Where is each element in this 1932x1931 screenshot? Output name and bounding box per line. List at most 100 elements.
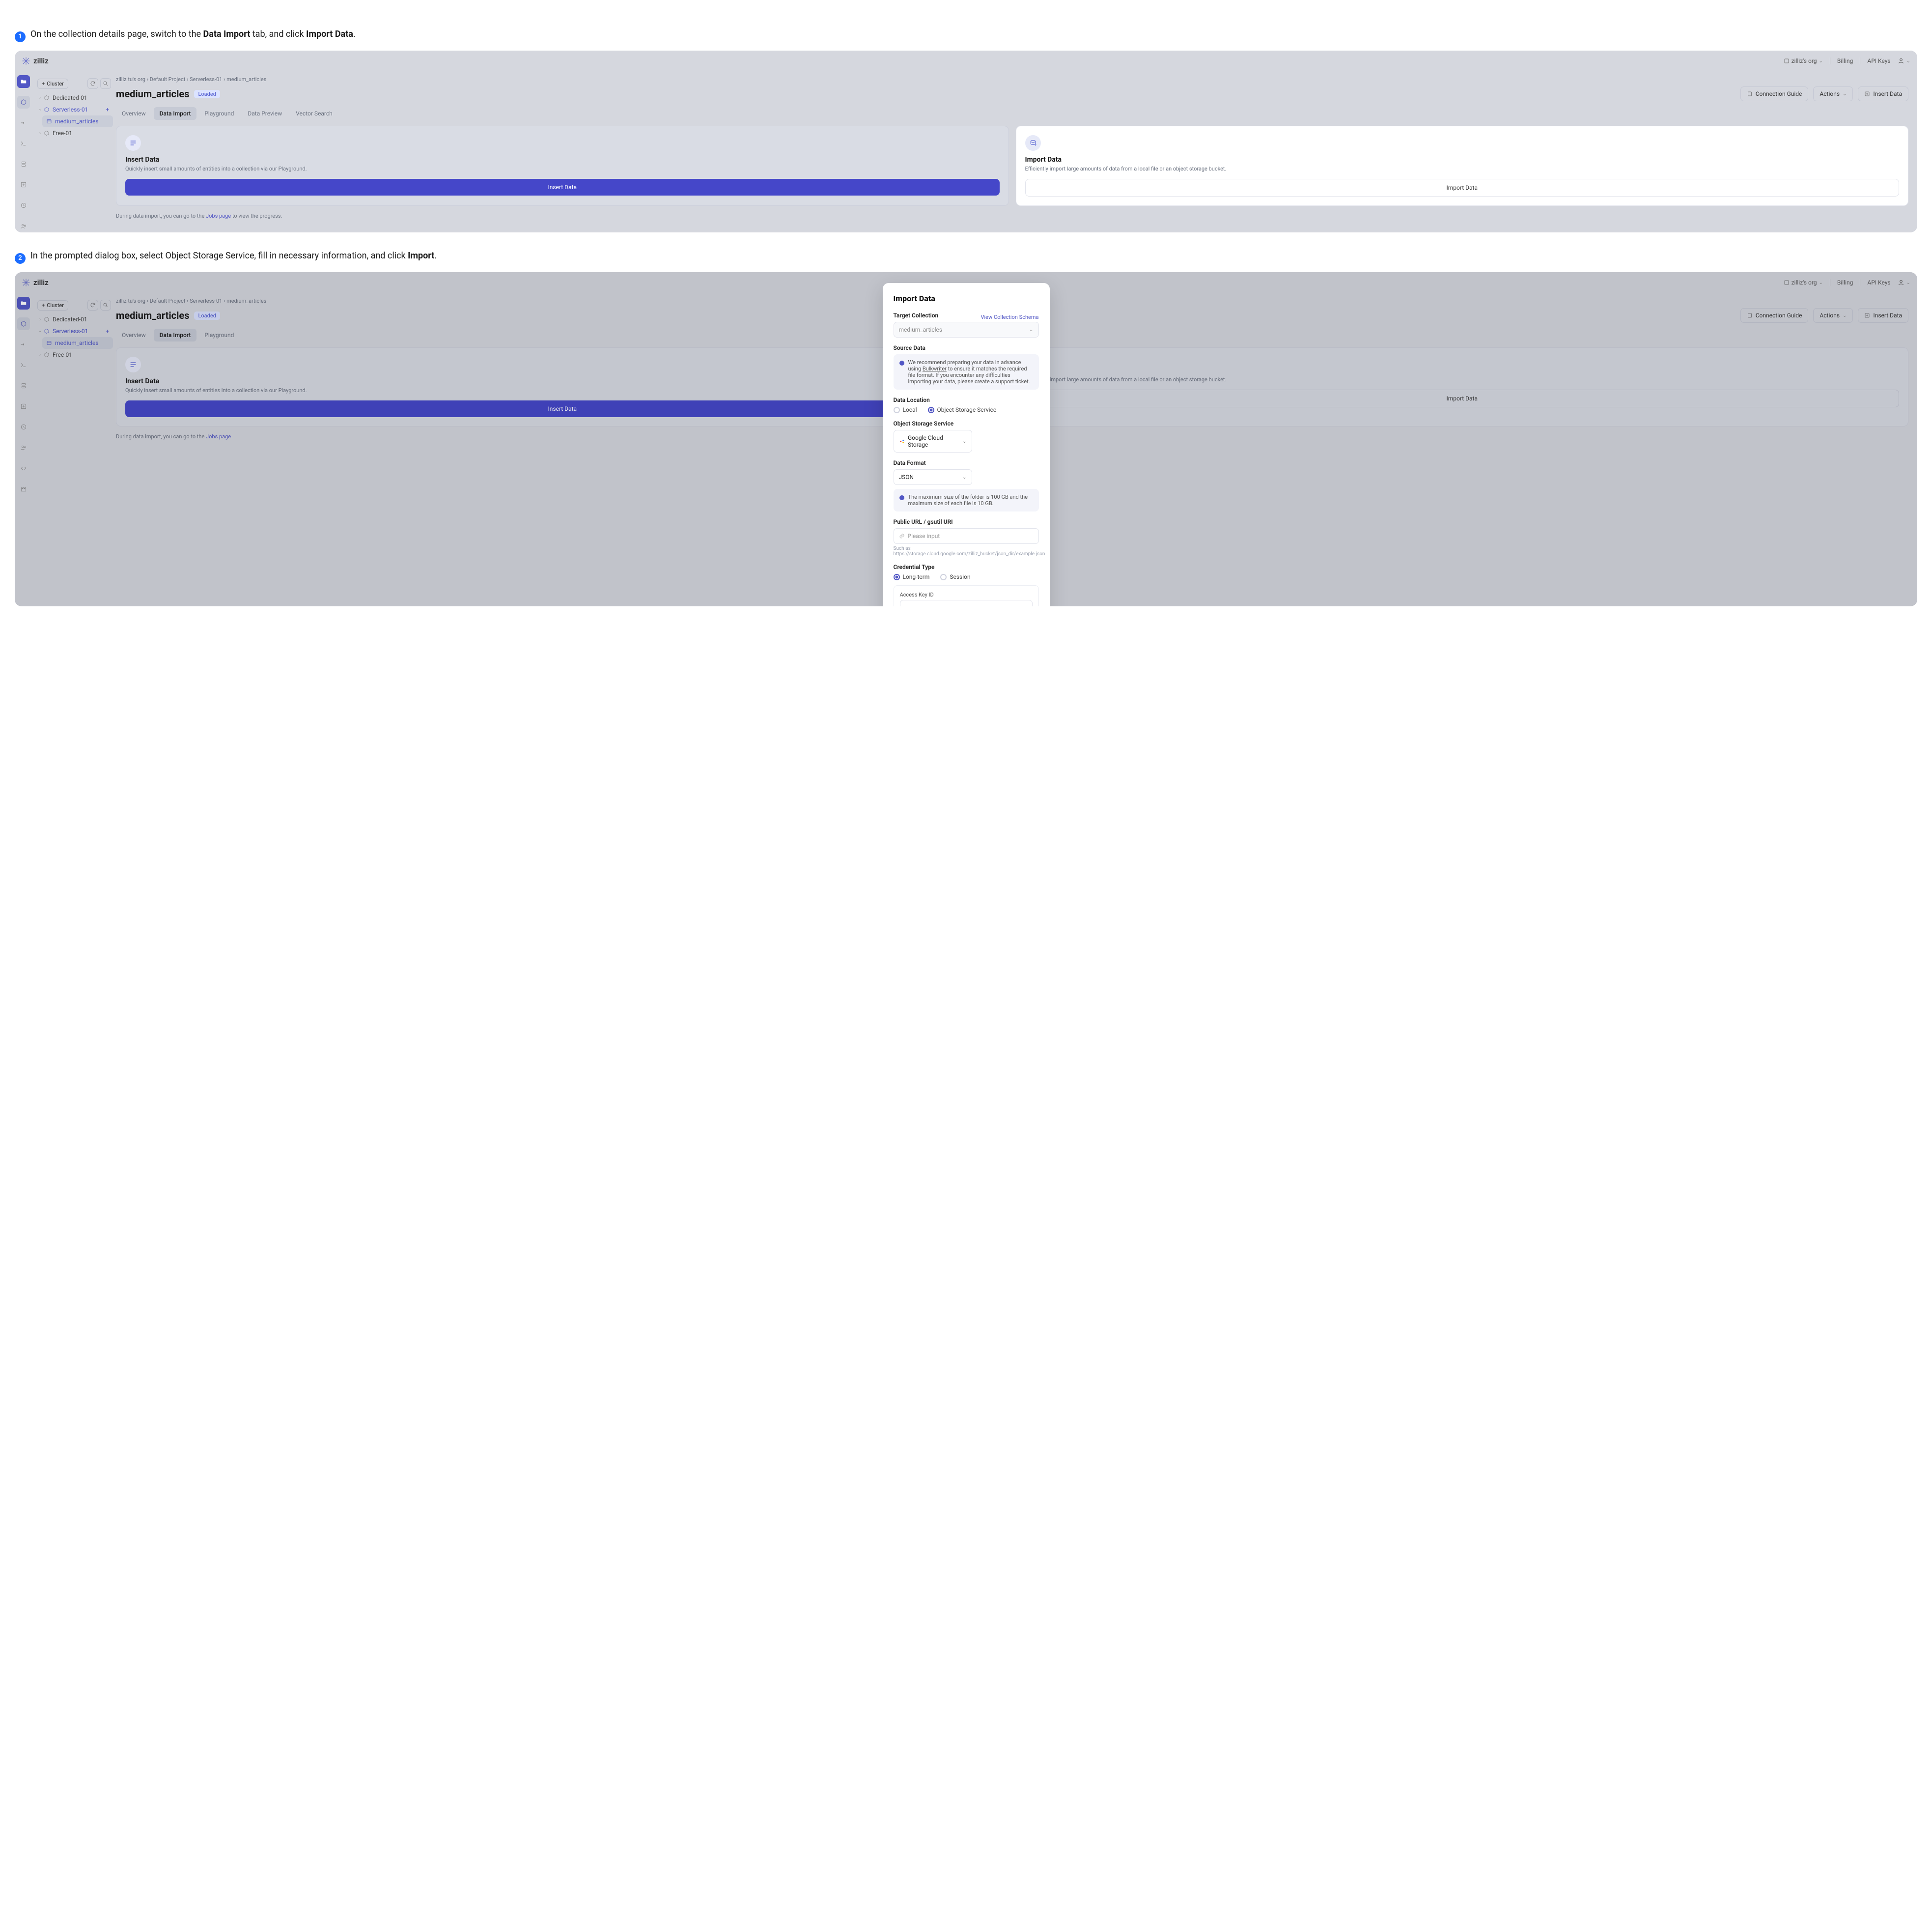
plus-icon[interactable]: + [106,106,109,113]
size-text: The maximum size of the folder is 100 GB… [908,494,1033,507]
plus-icon: + [42,81,45,87]
bulkwriter-link[interactable]: Bulkwriter [923,366,947,372]
brand[interactable]: zilliz [22,57,49,65]
rail-layers-icon[interactable] [17,158,30,170]
add-cluster-button[interactable]: + Cluster [37,79,68,89]
org-switcher[interactable]: zilliz's org ⌄ [1784,57,1823,64]
tree-dedicated[interactable]: › Dedicated-01 [35,92,113,104]
support-link[interactable]: create a support ticket [975,378,1029,385]
label: Session [950,573,970,580]
cred-label: Credential Type [894,564,1039,570]
t: . [353,29,356,39]
rail-history-icon[interactable] [17,199,30,212]
t-b: Data Import [203,29,251,39]
user-icon [1898,57,1904,64]
title-bar: medium_articles Loaded Connection Guide … [116,86,1908,101]
uri-label: Public URL / gsutil URI [894,518,1039,525]
rail-folder-icon[interactable] [17,75,30,88]
step-2: 2 In the prompted dialog box, select Obj… [15,249,1917,262]
card-import: Import Data Efficiently import large amo… [1016,126,1909,206]
label: Serverless-01 [53,106,88,113]
value: medium_articles [899,326,943,333]
ak-input[interactable] [900,600,1033,606]
link-icon [899,533,905,539]
chevron-down-icon: ⌄ [1819,58,1823,64]
view-schema-link[interactable]: View Collection Schema [980,314,1038,320]
card-insert: Insert Data Quickly insert small amounts… [116,126,1009,206]
source-data-label: Source Data [894,344,1039,351]
size-note: The maximum size of the folder is 100 GB… [894,489,1039,511]
cards: Insert Data Quickly insert small amounts… [116,126,1908,206]
insert-data-cta[interactable]: Insert Data [125,179,1000,196]
format-select[interactable]: JSON ⌄ [894,469,972,485]
radio-session[interactable]: Session [940,573,970,580]
target-collection-select[interactable]: medium_articles ⌄ [894,322,1039,338]
refresh-button[interactable] [87,78,98,89]
import-icon [1025,135,1041,151]
tab-playground[interactable]: Playground [198,107,240,120]
uri-input[interactable]: Please input [894,528,1039,544]
radio-local[interactable]: Local [894,406,917,413]
step-badge: 2 [15,253,26,264]
book-icon [1747,91,1753,97]
billing-link[interactable]: Billing [1837,57,1853,64]
oss-label: Object Storage Service [894,420,1039,427]
format-label: Data Format [894,459,1039,466]
label: Long-term [903,573,930,580]
tab-overview[interactable]: Overview [116,107,152,120]
cluster-icon [44,107,50,113]
tree-serverless[interactable]: › Serverless-01 + [35,104,113,115]
card-desc: Quickly insert small amounts of entities… [125,166,1000,172]
tree-free[interactable]: › Free-01 [35,127,113,139]
t-b: Import [408,251,434,261]
card-title: Insert Data [125,156,1000,164]
actions-button[interactable]: Actions ⌄ [1813,86,1853,101]
radio-object-storage[interactable]: Object Storage Service [928,406,997,413]
chevron-down-icon: ⌄ [1906,58,1910,64]
tree-collection[interactable]: medium_articles [42,115,113,127]
chevron-down-icon: ⌄ [1843,91,1847,97]
import-data-cta[interactable]: Import Data [1025,179,1900,197]
label: medium_articles [55,118,99,125]
rail-plus-icon[interactable] [17,178,30,191]
user-menu[interactable]: ⌄ [1898,57,1910,64]
import-modal: Import Data Target Collection View Colle… [883,283,1050,606]
t: to view the progress. [231,213,282,219]
radio-longterm[interactable]: Long-term [894,573,930,580]
info-icon [899,361,904,366]
org-icon [1784,58,1790,64]
screenshot-2: zilliz zilliz's org⌄ Billing API Keys ⌄ [15,272,1917,606]
chevron-down-icon: ⌄ [962,475,966,480]
t: . [1029,378,1030,385]
breadcrumbs[interactable]: zilliz tu's org › Default Project › Serv… [116,76,1908,83]
screenshot-1: zilliz zilliz's org ⌄ Billing API Keys ⌄ [15,51,1917,232]
chevron-down-icon: ⌄ [962,439,966,444]
rail-collections-icon[interactable] [17,96,30,109]
jobs-link[interactable]: Jobs page [206,213,231,219]
label: Free-01 [53,130,72,137]
api-keys-link[interactable]: API Keys [1867,57,1890,64]
data-location-label: Data Location [894,397,1039,403]
rail-terminal-icon[interactable] [17,137,30,150]
tab-data-preview[interactable]: Data Preview [242,107,288,120]
label: Insert Data [1873,90,1902,97]
label: Actions [1820,90,1840,97]
info-icon [899,495,904,500]
search-button[interactable] [100,78,111,89]
tab-vector-search[interactable]: Vector Search [290,107,338,120]
uri-helper: Such as https://storage.cloud.google.com… [894,546,1039,557]
brand-text: zilliz [33,57,49,65]
connection-guide-button[interactable]: Connection Guide [1740,86,1809,101]
gcs-icon [899,438,905,445]
insert-data-button[interactable]: Insert Data [1858,86,1908,101]
chevron-icon: › [37,109,43,110]
oss-select[interactable]: Google Cloud Storage ⌄ [894,430,972,453]
rail-pipeline-icon[interactable] [17,116,30,129]
tab-data-import[interactable]: Data Import [154,107,197,120]
rail-users-icon[interactable] [17,220,30,232]
loaded-badge: Loaded [194,90,220,98]
step-badge: 1 [15,31,26,42]
label: Dedicated-01 [53,94,87,101]
tabs: Overview Data Import Playground Data Pre… [116,107,1908,120]
sidebar: + Cluster › Dedicated-01 › Serverless-01… [32,71,116,232]
